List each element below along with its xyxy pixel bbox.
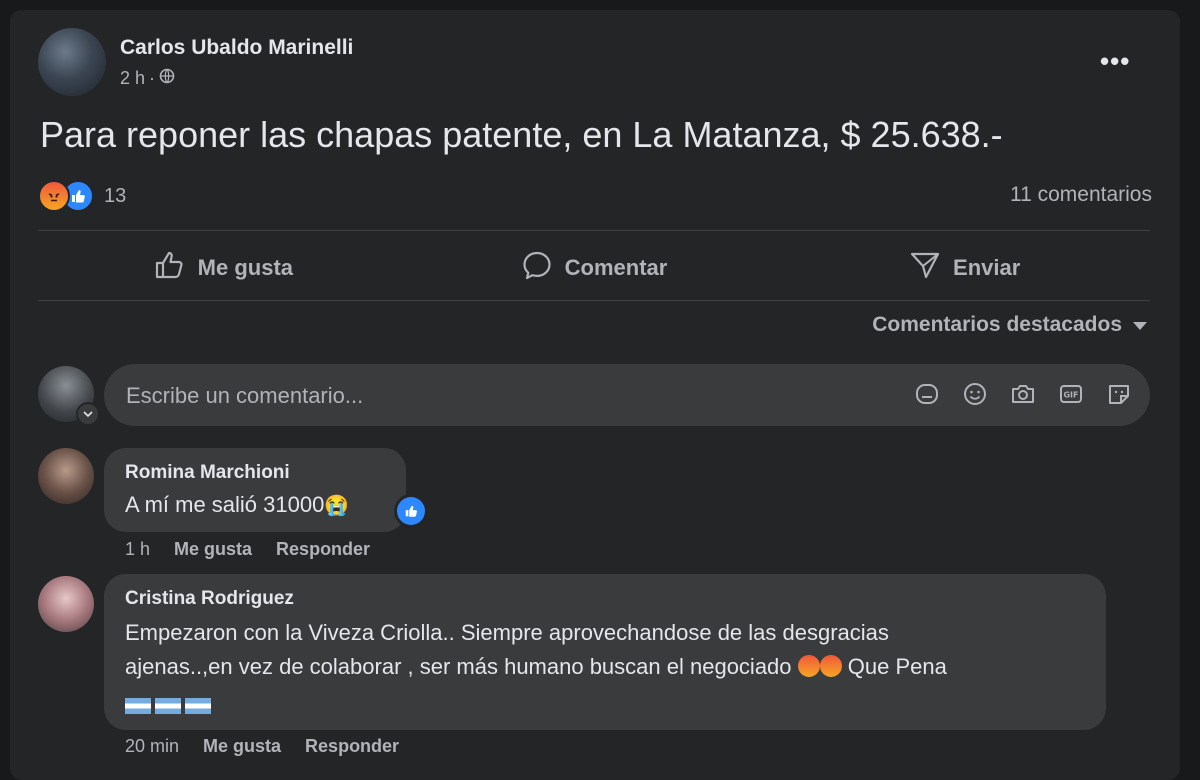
thumbs-up-icon <box>154 250 186 286</box>
argentina-flag-icon <box>125 698 151 715</box>
comment-reply-link[interactable]: Responder <box>305 736 399 757</box>
comment-author-name[interactable]: Romina Marchioni <box>125 462 290 484</box>
divider-bottom <box>38 300 1150 301</box>
comment-meta: 20 min Me gusta Responder <box>125 736 399 757</box>
reaction-count: 13 <box>104 184 127 207</box>
comment-author-avatar[interactable] <box>38 448 94 504</box>
comment-text-content: A mí me salió 31000 <box>125 492 325 517</box>
comment-time[interactable]: 20 min <box>125 736 179 757</box>
comment-author-avatar[interactable] <box>38 576 94 632</box>
post-author-avatar[interactable] <box>38 28 106 96</box>
post-action-bar: Me gusta Comentar Enviar <box>38 240 1150 296</box>
comment-text: A mí me salió 31000😭 <box>125 488 349 523</box>
send-icon <box>909 250 941 286</box>
meta-separator: · <box>149 68 156 88</box>
share-button-label: Enviar <box>953 255 1021 280</box>
chevron-down-icon[interactable] <box>76 402 100 426</box>
comment-bubble: Cristina Rodriguez Empezaron con la Vive… <box>104 574 1106 730</box>
post-meta: 2 h · <box>120 68 175 89</box>
like-button-label: Me gusta <box>197 255 294 280</box>
composer-icons: GIF <box>914 381 1132 407</box>
comment-time[interactable]: 1 h <box>125 539 150 560</box>
comment-like-link[interactable]: Me gusta <box>203 736 281 757</box>
globe-icon <box>159 68 175 89</box>
share-button[interactable]: Enviar <box>779 240 1150 296</box>
comment-bubble: Romina Marchioni A mí me salió 31000😭 <box>104 448 406 532</box>
comment-reaction-badge[interactable] <box>394 494 428 528</box>
divider-top <box>38 230 1150 231</box>
post-text: Para reponer las chapas patente, en La M… <box>40 114 1003 155</box>
like-button[interactable]: Me gusta <box>38 240 409 296</box>
comment-input[interactable] <box>124 364 888 428</box>
comment-text-line-1: Empezaron con la Viveza Criolla.. Siempr… <box>125 620 889 645</box>
svg-text:GIF: GIF <box>1063 391 1078 400</box>
comment-like-link[interactable]: Me gusta <box>174 539 252 560</box>
avatar-sticker-icon[interactable] <box>914 381 940 407</box>
argentina-flag-icon <box>155 698 181 715</box>
comment-button-label: Comentar <box>564 255 668 280</box>
emoji-icon[interactable] <box>962 381 988 407</box>
angry-reaction-icon <box>38 180 70 212</box>
sticker-icon[interactable] <box>1106 381 1132 407</box>
comment-sort-dropdown[interactable]: Comentarios destacados <box>872 313 1148 337</box>
caret-down-icon <box>1132 313 1148 337</box>
like-reaction-icon <box>397 497 425 525</box>
gif-icon[interactable]: GIF <box>1058 381 1084 407</box>
post-author-name[interactable]: Carlos Ubaldo Marinelli <box>120 36 353 60</box>
comment-composer: GIF <box>104 364 1150 428</box>
comment-reply-link[interactable]: Responder <box>276 539 370 560</box>
comments-count-link[interactable]: 11 comentarios <box>1010 183 1152 207</box>
camera-icon[interactable] <box>1010 381 1036 407</box>
comment-meta: 1 h Me gusta Responder <box>125 539 370 560</box>
comment-button[interactable]: Comentar <box>409 240 780 296</box>
comment-text-line-2-suffix: Que Pena <box>847 654 947 679</box>
more-options-icon[interactable]: ••• <box>1100 46 1130 77</box>
reactions-summary[interactable]: 13 <box>38 180 126 212</box>
comment-flags <box>125 688 215 722</box>
argentina-flag-icon <box>185 698 211 715</box>
comment-author-name[interactable]: Cristina Rodriguez <box>125 588 294 610</box>
comment-text-line-2-content: ajenas..,en vez de colaborar , ser más h… <box>125 654 792 679</box>
comment-text-line-2: ajenas..,en vez de colaborar , ser más h… <box>125 650 947 684</box>
comment-bubble-icon <box>521 250 553 286</box>
angry-emoji-icon <box>797 655 820 677</box>
crying-emoji: 😭 <box>324 495 350 517</box>
sort-label: Comentarios destacados <box>872 313 1122 336</box>
post-time[interactable]: 2 h <box>120 68 145 89</box>
angry-emoji-icon <box>819 655 842 677</box>
